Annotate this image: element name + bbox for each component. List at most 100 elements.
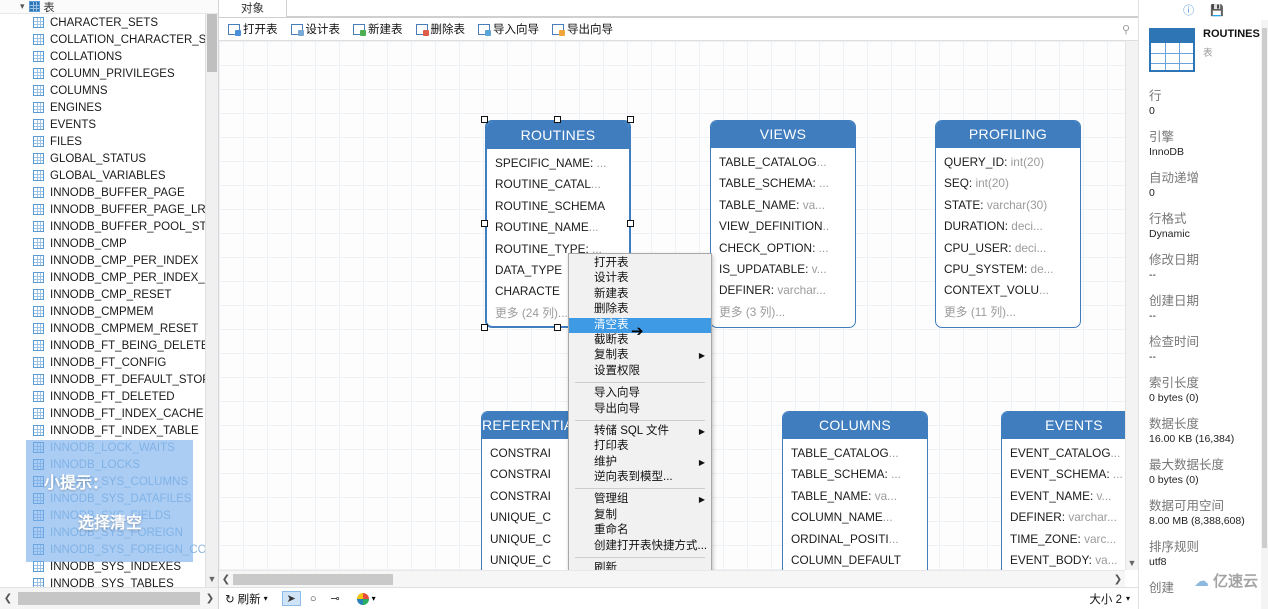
sidebar-item[interactable]: COLUMNS <box>0 82 218 99</box>
context-menu-item[interactable]: 新建表 <box>569 287 711 302</box>
sidebar-scroll-thumb[interactable] <box>207 14 217 72</box>
sidebar-item[interactable]: INNODB_FT_DELETED <box>0 388 218 405</box>
sidebar-item[interactable]: INNODB_FT_INDEX_CACHE <box>0 405 218 422</box>
context-menu-item[interactable]: 导入向导 <box>569 386 711 401</box>
save-icon[interactable]: 💾 <box>1210 4 1224 17</box>
sidebar-item[interactable]: ENGINES <box>0 99 218 116</box>
sidebar-item[interactable]: INNODB_CMP_PER_INDEX <box>0 252 218 269</box>
selection-handle[interactable] <box>554 116 561 123</box>
sidebar-item[interactable]: CHARACTER_SETS <box>0 14 218 31</box>
selection-handle[interactable] <box>627 220 634 227</box>
context-menu-item[interactable]: 设计表 <box>569 271 711 286</box>
canvas-vertical-scrollbar[interactable]: ▼ <box>1125 41 1138 570</box>
entity-more-label[interactable]: 更多 (3 列)... <box>719 302 855 323</box>
sidebar-item[interactable]: FILES <box>0 133 218 150</box>
color-dropdown-icon[interactable]: ▾ <box>372 594 376 603</box>
canvas-horizontal-scrollbar[interactable]: ❮ ❯ <box>219 570 1125 587</box>
canvas-scroll-down-icon[interactable]: ▼ <box>1126 556 1138 570</box>
canvas-scroll-right-icon[interactable]: ❯ <box>1111 574 1125 585</box>
sidebar-item[interactable]: GLOBAL_VARIABLES <box>0 167 218 184</box>
sidebar-item[interactable]: INNODB_CMP <box>0 235 218 252</box>
context-menu-item[interactable]: 复制 <box>569 508 711 523</box>
entity-box[interactable]: EVENTS EVENT_CATALOG... EVENT_SCHEMA: ... E… <box>1001 411 1138 570</box>
context-menu-item[interactable]: 创建打开表快捷方式... <box>569 539 711 554</box>
selection-handle[interactable] <box>627 116 634 123</box>
relation-icon[interactable]: ⊸ <box>326 591 345 606</box>
context-menu-item[interactable]: 复制表 ▶ <box>569 348 711 363</box>
sidebar-horizontal-scrollbar[interactable]: ❮ ❯ <box>0 587 218 609</box>
table-list[interactable]: CHARACTER_SETS COLLATION_CHARACTER_SET_ CO… <box>0 14 218 590</box>
context-menu[interactable]: 打开表 设计表 新建表 删除表 清空表 截断表 复制表 ▶ 设置权限 导入向导 导出向导 转储 SQL… <box>568 253 712 570</box>
sidebar-item[interactable]: INNODB_SYS_COLUMNS <box>0 473 218 490</box>
context-menu-item[interactable]: 导出向导 <box>569 402 711 417</box>
entity-box[interactable]: COLUMNS TABLE_CATALOG... TABLE_SCHEMA: ...… <box>782 411 928 570</box>
sidebar-item[interactable]: INNODB_SYS_FOREIGN <box>0 524 218 541</box>
sidebar-item[interactable]: INNODB_FT_INDEX_TABLE <box>0 422 218 439</box>
canvas-hscroll-thumb[interactable] <box>233 573 393 585</box>
properties-scroll-thumb[interactable] <box>1262 28 1267 548</box>
sidebar-item[interactable]: INNODB_FT_CONFIG <box>0 354 218 371</box>
context-menu-item[interactable]: 设置权限 <box>569 364 711 379</box>
scroll-down-icon[interactable]: ▼ <box>206 572 218 587</box>
diagram-canvas[interactable]: ROUTINES SPECIFIC_NAME: ... ROUTINE_CATAL.… <box>219 41 1138 570</box>
selection-handle[interactable] <box>481 324 488 331</box>
canvas-scroll-left-icon[interactable]: ❮ <box>219 574 233 585</box>
search-icon[interactable]: ⚲ <box>1122 23 1130 36</box>
size-dropdown-icon[interactable]: ▾ <box>1126 594 1130 603</box>
sidebar-item[interactable]: INNODB_FT_DEFAULT_STOPWC <box>0 371 218 388</box>
context-menu-item[interactable]: 打开表 <box>569 256 711 271</box>
info-icon[interactable]: ⓘ <box>1183 2 1194 18</box>
context-menu-item[interactable]: 维护 ▶ <box>569 455 711 470</box>
selection-handle[interactable] <box>554 324 561 331</box>
hand-icon[interactable]: ○ <box>304 591 323 606</box>
refresh-button[interactable]: ↻ 刷新 ▾ <box>225 591 268 607</box>
context-menu-item[interactable]: 转储 SQL 文件 ▶ <box>569 424 711 439</box>
sidebar-item[interactable]: INNODB_LOCK_WAITS <box>0 439 218 456</box>
sidebar-hscroll-thumb[interactable] <box>18 592 200 605</box>
context-menu-item[interactable]: 逆向表到模型... <box>569 470 711 485</box>
toolbar-button-delete-table[interactable]: 删除表 <box>411 19 471 39</box>
context-menu-item[interactable]: 重命名 <box>569 523 711 538</box>
sidebar-item[interactable]: INNODB_CMPMEM <box>0 303 218 320</box>
sidebar-item[interactable]: INNODB_BUFFER_PAGE_LRU <box>0 201 218 218</box>
sidebar-item[interactable]: INNODB_BUFFER_PAGE <box>0 184 218 201</box>
entity-more-label[interactable]: 更多 (11 列)... <box>944 302 1080 323</box>
color-picker-button[interactable]: ▾ <box>356 592 376 605</box>
context-menu-item[interactable]: 删除表 <box>569 302 711 317</box>
context-menu-item[interactable]: 打印表 <box>569 439 711 454</box>
context-menu-item[interactable]: 刷新 <box>569 561 711 570</box>
sidebar-item[interactable]: INNODB_CMPMEM_RESET <box>0 320 218 337</box>
toolbar-button-new-table[interactable]: 新建表 <box>348 19 408 39</box>
canvas-size-control[interactable]: 大小 2 ▾ <box>1089 591 1130 607</box>
toolbar-button-design-table[interactable]: 设计表 <box>286 19 346 39</box>
scroll-left-icon[interactable]: ❮ <box>0 593 16 604</box>
properties-scrollbar[interactable] <box>1261 20 1268 609</box>
sidebar-item[interactable]: COLLATIONS <box>0 48 218 65</box>
sidebar-item[interactable]: INNODB_CMP_PER_INDEX_RESE <box>0 269 218 286</box>
sidebar-item[interactable]: INNODB_SYS_DATAFILES <box>0 490 218 507</box>
refresh-dropdown-icon[interactable]: ▾ <box>264 594 268 603</box>
toolbar-button-import-wizard[interactable]: 导入向导 <box>473 19 544 39</box>
sidebar-vertical-scrollbar[interactable]: ▼ <box>205 14 218 587</box>
toolbar-button-export-wizard[interactable]: 导出向导 <box>547 19 618 39</box>
sidebar-item[interactable]: INNODB_SYS_INDEXES <box>0 558 218 575</box>
sidebar-item[interactable]: GLOBAL_STATUS <box>0 150 218 167</box>
toolbar-button-open-table[interactable]: 打开表 <box>223 19 283 39</box>
sidebar-item[interactable]: INNODB_BUFFER_POOL_STATS <box>0 218 218 235</box>
scroll-right-icon[interactable]: ❯ <box>202 593 218 604</box>
sidebar-item[interactable]: COLUMN_PRIVILEGES <box>0 65 218 82</box>
sidebar-item[interactable]: COLLATION_CHARACTER_SET_ <box>0 31 218 48</box>
sidebar-item[interactable]: INNODB_CMP_RESET <box>0 286 218 303</box>
pointer-icon[interactable]: ➤ <box>281 591 301 606</box>
entity-box[interactable]: PROFILING QUERY_ID: int(20) SEQ: int(20) ST… <box>935 120 1081 328</box>
entity-box[interactable]: VIEWS TABLE_CATALOG... TABLE_SCHEMA: ... TA… <box>710 120 856 328</box>
sidebar-item[interactable]: EVENTS <box>0 116 218 133</box>
selection-handle[interactable] <box>481 220 488 227</box>
tab-objects[interactable]: 对象 <box>219 0 287 17</box>
sidebar-item[interactable]: INNODB_LOCKS <box>0 456 218 473</box>
sidebar-group-header[interactable]: ▾ 表 <box>0 0 218 14</box>
sidebar-item[interactable]: INNODB_SYS_FIELDS <box>0 507 218 524</box>
sidebar-item[interactable]: INNODB_SYS_FOREIGN_COLS <box>0 541 218 558</box>
sidebar-item[interactable]: INNODB_FT_BEING_DELETED <box>0 337 218 354</box>
selection-handle[interactable] <box>481 116 488 123</box>
